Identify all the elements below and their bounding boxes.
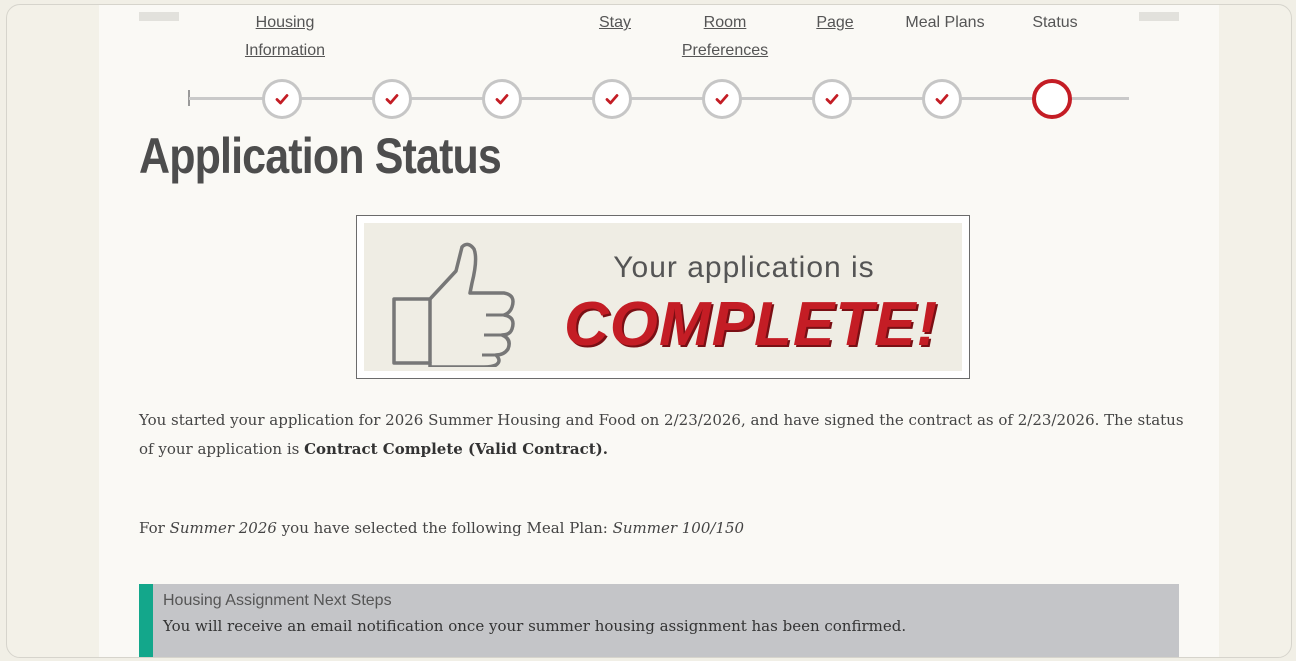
- notice-body: You will receive an email notification o…: [163, 617, 907, 635]
- check-icon: [605, 94, 619, 105]
- step-label-line1[interactable]: Housing: [210, 9, 360, 37]
- step-3-complete[interactable]: [482, 79, 522, 119]
- complete-banner: Your application is COMPLETE!: [356, 215, 970, 379]
- check-icon: [275, 94, 289, 105]
- step-2-complete[interactable]: [372, 79, 412, 119]
- thumbs-up-icon: [392, 242, 515, 367]
- check-icon: [715, 94, 729, 105]
- step-1-complete[interactable]: [262, 79, 302, 119]
- banner-subtitle: Your application is: [613, 251, 875, 284]
- banner-inner: Your application is COMPLETE!: [364, 223, 962, 371]
- next-steps-notice: Housing Assignment Next Steps You will r…: [139, 584, 1179, 657]
- meal-plan-paragraph: For Summer 2026 you have selected the fo…: [139, 514, 1184, 543]
- meal-plan-name: Summer 100/150: [612, 519, 745, 537]
- page-title: Application Status: [139, 128, 502, 184]
- step-6-complete[interactable]: [812, 79, 852, 119]
- page-content: Housing Information Stay Room Preference…: [99, 5, 1219, 657]
- step-7-complete[interactable]: [922, 79, 962, 119]
- step-label-line2[interactable]: Information: [210, 37, 360, 65]
- status-paragraph: You started your application for 2026 Su…: [139, 406, 1184, 464]
- step-label-line1: Status: [1032, 14, 1078, 31]
- meal-middle: you have selected the following Meal Pla…: [276, 519, 613, 537]
- step-label-housing-information[interactable]: Housing Information: [210, 9, 360, 65]
- meal-term: Summer 2026: [169, 519, 277, 537]
- check-icon: [495, 94, 509, 105]
- scroll-nub-right: [1139, 12, 1179, 21]
- notice-title: Housing Assignment Next Steps: [163, 592, 392, 609]
- step-label-line2[interactable]: Preferences: [650, 37, 800, 65]
- step-label-status: Status: [980, 9, 1130, 37]
- status-value: Contract Complete (Valid Contract).: [304, 440, 608, 458]
- step-5-complete[interactable]: [702, 79, 742, 119]
- progress-track: [189, 97, 1129, 100]
- check-icon: [385, 94, 399, 105]
- browser-frame: Housing Information Stay Room Preference…: [6, 4, 1292, 658]
- check-icon: [825, 94, 839, 105]
- meal-prefix: For: [139, 519, 170, 537]
- status-text: You started your application for 2026 Su…: [139, 411, 1184, 458]
- step-8-current: [1032, 79, 1072, 119]
- step-4-complete[interactable]: [592, 79, 632, 119]
- scroll-nub-left: [139, 12, 179, 21]
- banner-headline: COMPLETE!: [564, 290, 939, 359]
- check-icon: [935, 94, 949, 105]
